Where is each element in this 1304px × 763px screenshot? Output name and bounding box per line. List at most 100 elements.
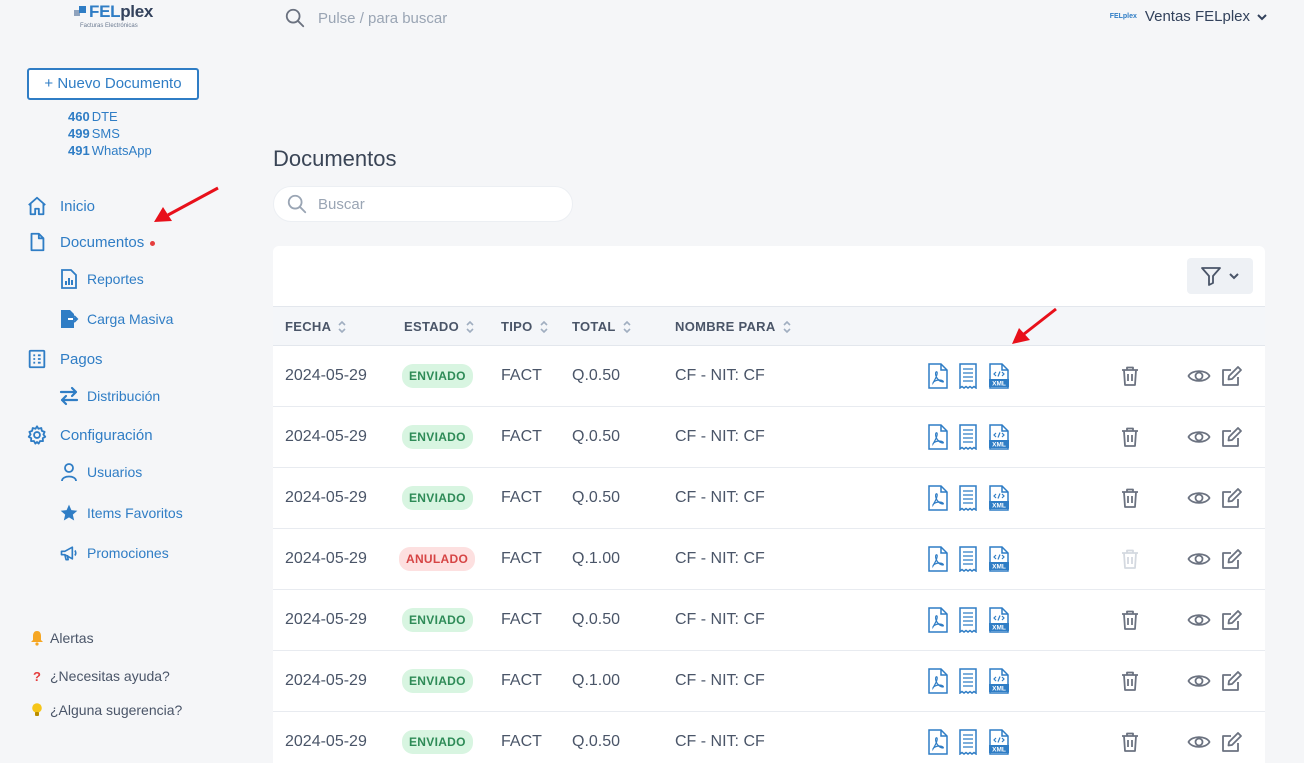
sidebar-item-documentos[interactable]: Documentos [26,231,156,253]
xml-icon[interactable]: XML [987,668,1011,694]
pdf-icon[interactable] [927,363,949,389]
delete-action[interactable] [1119,590,1141,650]
pdf-icon[interactable] [927,546,949,572]
edit-icon[interactable] [1221,670,1243,692]
delete-action[interactable] [1119,468,1141,528]
documents-search-input[interactable]: Buscar [318,196,365,213]
documents-search[interactable]: Buscar [273,186,573,222]
delete-action[interactable] [1119,407,1141,467]
trash-icon[interactable] [1119,670,1141,692]
sidebar-item-items-favoritos[interactable]: Items Favoritos [59,502,183,524]
eye-icon[interactable] [1187,426,1211,448]
edit-icon[interactable] [1221,609,1243,631]
pdf-icon[interactable] [927,485,949,511]
pdf-icon[interactable] [927,668,949,694]
edit-icon[interactable] [1221,487,1243,509]
delete-action[interactable] [1119,346,1141,406]
edit-icon[interactable] [1221,548,1243,570]
col-tipo[interactable]: TIPO [501,307,549,346]
receipt-doc-icon[interactable] [957,485,979,511]
receipt-doc-icon[interactable] [957,729,979,755]
table-row[interactable]: 2024-05-29 ENVIADO FACT Q.0.50 CF - NIT:… [273,468,1265,529]
table-row[interactable]: 2024-05-29 ENVIADO FACT Q.0.50 CF - NIT:… [273,712,1265,763]
xml-icon[interactable]: XML [987,729,1011,755]
row-actions [1187,651,1243,711]
xml-icon[interactable]: XML [987,607,1011,633]
table-row[interactable]: 2024-05-29 ENVIADO FACT Q.0.50 CF - NIT:… [273,590,1265,651]
status-badge: ENVIADO [402,486,473,510]
eye-icon[interactable] [1187,365,1211,387]
document-downloads: XML [927,346,1011,406]
eye-icon[interactable] [1187,731,1211,753]
pdf-icon[interactable] [927,424,949,450]
cell-nombre: CF - NIT: CF [675,733,765,750]
trash-icon[interactable] [1119,365,1141,387]
sidebar-item-inicio[interactable]: Inicio [26,195,95,217]
delete-action[interactable] [1119,651,1141,711]
global-search[interactable]: Pulse / para buscar [284,7,447,29]
new-document-button[interactable]: + Nuevo Documento [27,68,199,100]
sugerencia-link[interactable]: ¿Alguna sugerencia? [30,702,182,718]
sort-icon [466,320,474,333]
cell-tipo: FACT [501,611,542,628]
eye-icon[interactable] [1187,548,1211,570]
xml-icon[interactable]: XML [987,363,1011,389]
pdf-icon[interactable] [927,729,949,755]
gear-icon [27,425,47,445]
xml-icon[interactable]: XML [987,424,1011,450]
delete-action[interactable] [1119,712,1141,763]
receipt-doc-icon[interactable] [957,607,979,633]
home-icon [28,196,46,216]
cell-estado: ENVIADO [402,712,473,763]
trash-icon[interactable] [1119,487,1141,509]
eye-icon[interactable] [1187,670,1211,692]
xml-icon[interactable]: XML [987,546,1011,572]
table-row[interactable]: 2024-05-29 ENVIADO FACT Q.0.50 CF - NIT:… [273,407,1265,468]
receipt-doc-icon[interactable] [957,668,979,694]
receipt-doc-icon[interactable] [957,546,979,572]
user-name: Ventas FELplex [1144,8,1250,25]
user-menu[interactable]: FELplex Ventas FELplex [1110,8,1268,25]
cell-nombre: CF - NIT: CF [675,672,765,689]
sidebar-item-carga-masiva[interactable]: Carga Masiva [59,308,173,330]
xml-icon[interactable]: XML [987,485,1011,511]
table-row[interactable]: 2024-05-29 ENVIADO FACT Q.0.50 CF - NIT:… [273,346,1265,407]
cell-nombre: CF - NIT: CF [675,611,765,628]
status-badge: ENVIADO [402,425,473,449]
sidebar-item-reportes[interactable]: Reportes [59,268,144,290]
document-downloads: XML [927,590,1011,650]
trash-icon[interactable] [1119,731,1141,753]
ayuda-link[interactable]: ? ¿Necesitas ayuda? [30,668,170,684]
col-nombre-para[interactable]: NOMBRE PARA [675,307,792,346]
svg-text:XML: XML [992,625,1006,632]
col-estado[interactable]: ESTADO [404,307,475,346]
sidebar-item-distribucion[interactable]: Distribución [59,385,160,407]
trash-icon[interactable] [1119,609,1141,631]
eye-icon[interactable] [1187,487,1211,509]
sidebar-item-promociones[interactable]: Promociones [59,542,169,564]
col-total[interactable]: TOTAL [572,307,632,346]
global-search-input[interactable]: Pulse / para buscar [318,10,447,27]
edit-icon[interactable] [1221,426,1243,448]
table-row[interactable]: 2024-05-29 ANULADO FACT Q.1.00 CF - NIT:… [273,529,1265,590]
col-fecha[interactable]: FECHA [285,307,347,346]
table-row[interactable]: 2024-05-29 ENVIADO FACT Q.1.00 CF - NIT:… [273,651,1265,712]
trash-icon[interactable] [1119,426,1141,448]
sidebar-item-configuracion[interactable]: Configuración [26,424,153,446]
logo-mark-icon [74,6,86,16]
edit-icon[interactable] [1221,731,1243,753]
filter-button[interactable] [1187,258,1253,294]
table-header: FECHA ESTADO TIPO TOTAL NOMBRE PARA [273,306,1265,346]
sidebar-item-pagos[interactable]: Pagos [26,348,103,370]
cell-nombre: CF - NIT: CF [675,367,765,384]
exchange-icon [59,386,79,406]
sort-icon [338,320,346,333]
receipt-doc-icon[interactable] [957,363,979,389]
sidebar-item-usuarios[interactable]: Usuarios [59,461,142,483]
receipt-doc-icon[interactable] [957,424,979,450]
eye-icon[interactable] [1187,609,1211,631]
brand-logo[interactable]: FELplex Facturas Electrónicas [72,2,162,32]
edit-icon[interactable] [1221,365,1243,387]
pdf-icon[interactable] [927,607,949,633]
alertas-link[interactable]: Alertas [30,630,94,646]
